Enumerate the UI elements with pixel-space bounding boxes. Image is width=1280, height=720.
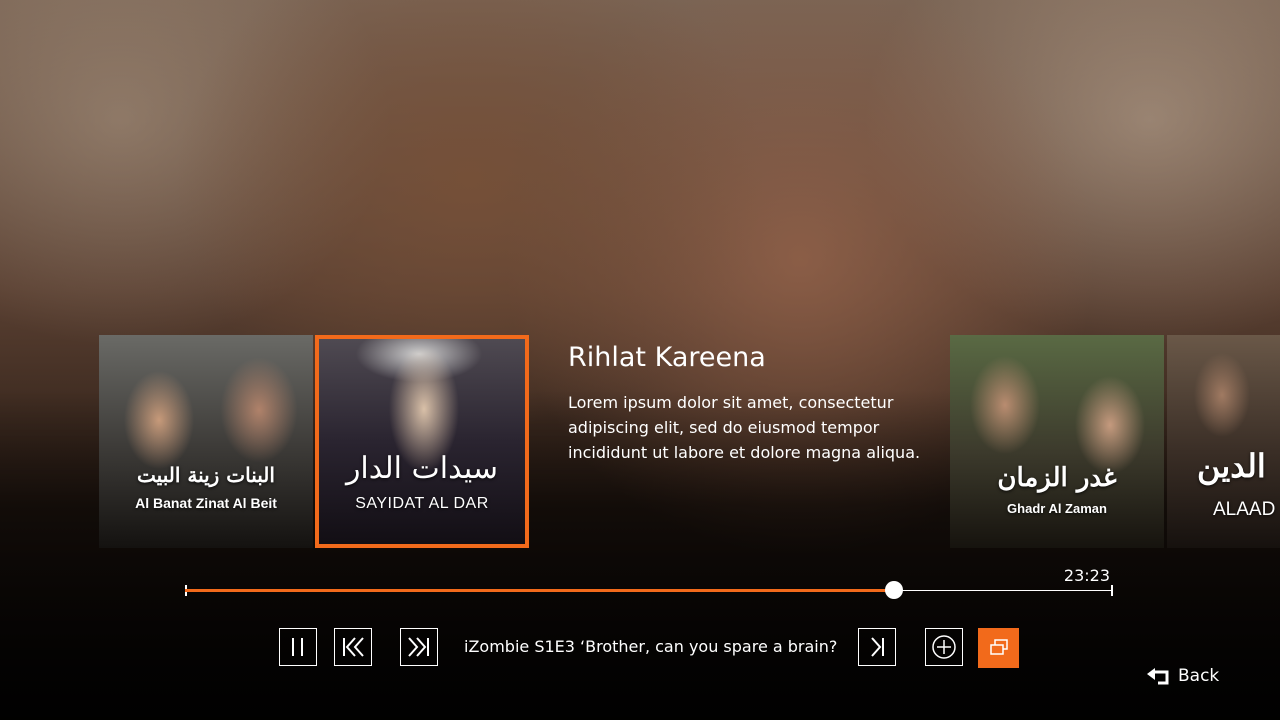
back-arrow-icon <box>1147 668 1169 685</box>
next-episode-icon <box>871 637 884 657</box>
progress-scrubber[interactable] <box>885 581 903 599</box>
carousel-tile[interactable]: الدين ALAAD <box>1167 335 1280 548</box>
pause-icon <box>292 638 303 656</box>
now-playing-title: iZombie S1E3 ‘Brother, can you spare a b… <box>464 637 838 656</box>
skip-back-icon <box>343 637 364 657</box>
carousel-tile[interactable]: البنات زينة البيت Al Banat Zinat Al Beit <box>99 335 313 548</box>
tile-arabic-title: الدين <box>1197 447 1266 485</box>
stack-icon <box>989 639 1008 655</box>
tile-arabic-title: سيدات الدار <box>345 451 499 486</box>
skip-forward-button[interactable] <box>400 628 438 666</box>
tile-title: SAYIDAT AL DAR <box>355 495 489 512</box>
skip-forward-icon <box>408 637 429 657</box>
tile-title: Ghadr Al Zaman <box>1007 501 1107 516</box>
tile-arabic-title: غدر الزمان <box>997 463 1117 493</box>
pause-button[interactable] <box>279 628 317 666</box>
item-description: Lorem ipsum dolor sit amet, consectetur … <box>568 393 921 462</box>
progress-remaining <box>894 590 1113 591</box>
back-label: Back <box>1178 666 1220 686</box>
tile-poster <box>319 339 525 544</box>
tile-title: ALAAD <box>1213 499 1276 520</box>
tile-title: Al Banat Zinat Al Beit <box>135 495 277 511</box>
item-title: Rihlat Kareena <box>568 342 766 373</box>
progress-played <box>185 589 894 592</box>
progress-bar[interactable] <box>185 580 1113 600</box>
tile-poster <box>950 335 1164 548</box>
tile-poster <box>99 335 313 548</box>
episodes-button[interactable] <box>978 628 1019 668</box>
carousel-tile-selected[interactable]: سيدات الدار SAYIDAT AL DAR <box>315 335 529 548</box>
back-button[interactable]: Back <box>1146 666 1219 686</box>
skip-back-button[interactable] <box>334 628 372 666</box>
tile-arabic-title: البنات زينة البيت <box>137 463 275 487</box>
next-episode-button[interactable] <box>858 628 896 666</box>
add-to-list-button[interactable] <box>925 628 963 666</box>
selected-item-details: Rihlat Kareena Lorem ipsum dolor sit ame… <box>568 340 938 465</box>
add-circle-icon <box>932 635 956 659</box>
progress-end-cap <box>1111 585 1113 596</box>
carousel-tile[interactable]: غدر الزمان Ghadr Al Zaman <box>950 335 1164 548</box>
